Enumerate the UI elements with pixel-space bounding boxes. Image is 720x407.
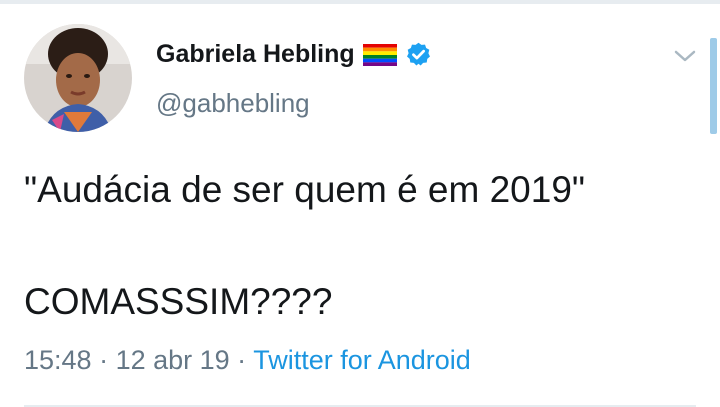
meta-separator: · bbox=[229, 345, 254, 375]
meta-separator: · bbox=[91, 345, 116, 375]
tweet-text-line: "Audácia de ser quem é em 2019" bbox=[24, 169, 586, 210]
rainbow-flag-icon bbox=[362, 43, 397, 66]
display-name[interactable]: Gabriela Hebling bbox=[156, 40, 355, 69]
avatar-image bbox=[24, 24, 132, 132]
tweet-card: Gabriela Hebling @gabhebling "Audácia de… bbox=[0, 0, 720, 407]
avatar[interactable] bbox=[24, 24, 132, 132]
tweet-source-link[interactable]: Twitter for Android bbox=[253, 345, 471, 375]
verified-badge-icon bbox=[405, 41, 432, 68]
tweet-time[interactable]: 15:48 bbox=[24, 345, 92, 375]
chevron-down-icon[interactable] bbox=[672, 46, 698, 66]
scrollbar[interactable] bbox=[710, 38, 717, 134]
tweet-text: "Audácia de ser quem é em 2019" COMASSSI… bbox=[24, 168, 585, 324]
user-handle[interactable]: @gabhebling bbox=[156, 88, 310, 119]
tweet-date[interactable]: 12 abr 19 bbox=[116, 345, 230, 375]
tweet-text-line: COMASSSIM???? bbox=[24, 281, 333, 322]
user-name-row: Gabriela Hebling bbox=[156, 40, 432, 69]
tweet-meta: 15:48 · 12 abr 19 · Twitter for Android bbox=[24, 345, 471, 376]
top-border bbox=[0, 0, 720, 4]
